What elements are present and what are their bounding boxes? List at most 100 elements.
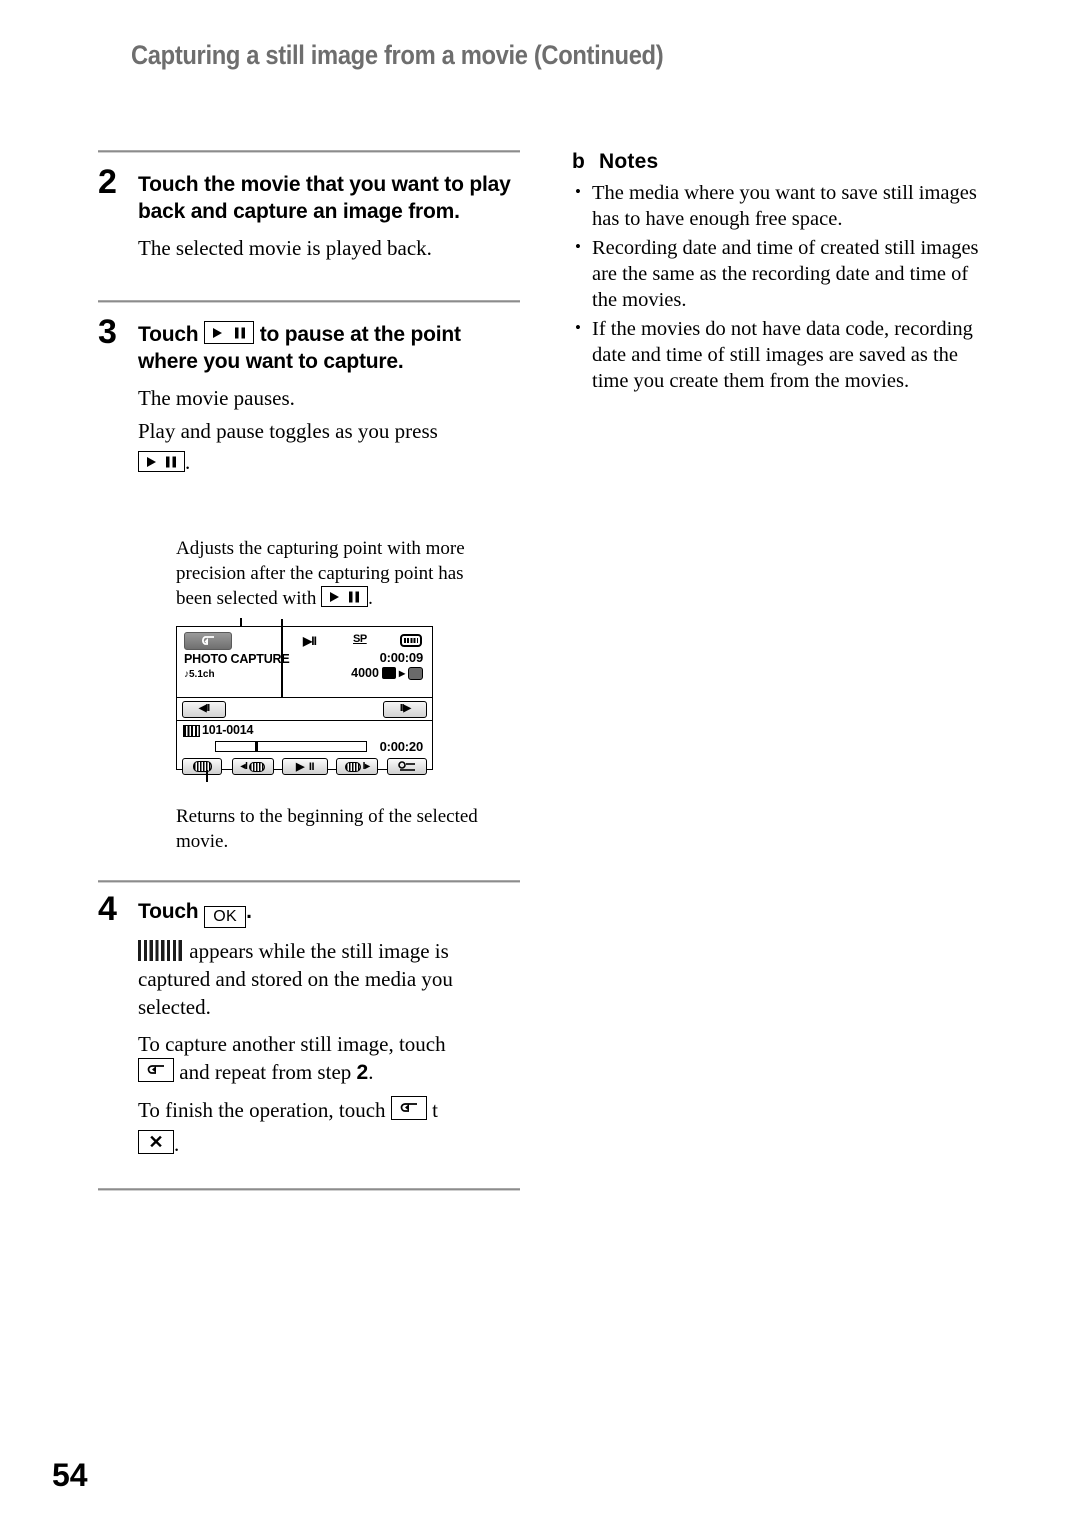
figure-caption: Returns to the beginning of the selected… [176,806,478,852]
camera-icon [381,667,396,679]
lcd-file-row: 101-0014 [177,721,432,739]
step-4-body-1: appears while the still image is capture… [138,937,520,1021]
frame-rev-arrow-icon: ◂I [240,761,248,772]
close-button-icon[interactable]: ✕ [138,1130,174,1154]
lcd-play-pause-button[interactable]: ▶ II [282,758,328,775]
step-4-body-3-end: . [174,1132,180,1156]
play-triangle-icon [330,591,340,602]
step-4-body-2-before: To capture another still image, touch [138,1032,446,1056]
lcd-file-number: 101-0014 [202,723,254,737]
step-4-body-2-end: . [368,1060,374,1084]
step-4-body-2-step: 2 [356,1061,369,1084]
step-4: 4 Touch OK. appears while the still imag… [98,892,520,1158]
step-3-number: 3 [98,313,117,351]
page-title: Capturing a still image from a movie (Co… [131,40,664,70]
step-4-body-1-text: appears while the still image is capture… [138,939,453,1019]
divider-below-step-4 [98,1188,520,1191]
figure-annotation: Adjusts the capturing point with more pr… [176,536,501,611]
return-arrow-icon [202,636,214,645]
list-item: The media where you want to save still i… [572,179,997,232]
play-pause-icon[interactable] [204,321,255,344]
divider-above-step-3 [98,300,520,303]
step-3-heading-before: Touch [138,323,199,346]
frame-rev-oval-icon [249,761,266,772]
capture-oval-icon [192,761,212,772]
lcd-top-area: PHOTO CAPTURE ♪5.1ch ▶II SP 0:00:09 4000… [177,619,432,721]
lcd-return-button[interactable] [184,632,232,650]
leader-line-bottom-stub [206,770,208,782]
step-3-body-2-tail: . [185,450,191,474]
step-4-heading-before: Touch [138,900,199,923]
film-strip-icon [183,725,200,737]
page-number: 54 [52,1457,88,1493]
lcd-frame-step-bar: ◀II II▶ [177,698,432,721]
step-4-number: 4 [98,890,117,928]
lcd-photo-capture-label: PHOTO CAPTURE [184,652,290,666]
notes-block: b Notes The media where you want to save … [572,150,997,397]
figure-block: Adjusts the capturing point with more pr… [176,536,516,852]
step-4-body-3-mid: t [432,1098,438,1122]
return-button-icon[interactable] [138,1058,174,1082]
lcd-audio-label: ♪5.1ch [184,669,215,680]
lcd-capture-button[interactable] [182,758,222,775]
play-triangle-icon [147,456,156,467]
lcd-progress-row: 0:00:20 [177,739,432,755]
notes-header: b Notes [572,150,997,174]
figure-annotation-tail: . [368,588,373,609]
step-4-body-2: To capture another still image, touch an… [138,1030,520,1087]
step-2-heading: Touch the movie that you want to play ba… [138,173,511,223]
step-4-body-3-before: To finish the operation, touch [138,1098,386,1122]
pause-bars-icon [166,456,176,467]
lcd-frame-reverse-button[interactable]: ◂I [232,758,274,775]
play-icon: ▶ [295,761,304,773]
return-arrow-icon [147,1065,164,1074]
step-4-body-3: To finish the operation, touch t ✕ . [138,1096,520,1158]
lcd-control-button-row: ◂I ▶ II I▸ [177,755,432,781]
notes-list: The media where you want to save still i… [572,179,997,394]
lcd-frame-step-back-button[interactable]: ◀II [182,701,226,718]
step-3: 3 Touch to pause at the point where you … [98,315,520,476]
play-triangle-icon [213,327,223,338]
frame-fwd-arrow-icon: I▸ [362,761,370,772]
lcd-progress-bar[interactable] [215,741,367,752]
return-button-icon-2[interactable] [390,1096,427,1120]
notes-b-icon: b [572,150,586,173]
step-3-heading: Touch to pause at the point where you wa… [138,321,520,375]
lcd-total-time: 0:00:20 [379,739,424,754]
lcd-rec-mode-label: SP [353,633,367,645]
divider-above-step-2 [98,150,520,153]
play-pause-icon-inline[interactable] [138,451,185,472]
pause-bars-icon [235,327,246,338]
arrow-right-icon: ▸ [398,666,405,680]
lcd-frame-forward-button[interactable]: I▸ [336,758,378,775]
lcd-play-pause-indicator: ▶II [303,634,317,648]
media-icon [408,666,423,680]
lcd-screen-mock: PHOTO CAPTURE ♪5.1ch ▶II SP 0:00:09 4000… [176,619,433,775]
ok-button-icon[interactable]: OK [204,906,247,928]
list-item: Recording date and time of created still… [572,234,997,313]
step-3-body-2: Play and pause toggles as you press . [138,417,520,476]
step-4-heading: Touch OK. [138,898,520,928]
lcd-options-button[interactable] [387,758,427,775]
step-4-body-2-mid: and repeat from step [179,1060,352,1084]
lcd-progress-marker[interactable] [255,742,258,751]
step-3-body-1: The movie pauses. [138,386,295,410]
lcd-frame-step-forward-button[interactable]: II▶ [383,701,427,718]
close-x-icon: ✕ [148,1132,164,1152]
options-menu-icon [398,760,415,771]
step-3-body-2-text: Play and pause toggles as you press [138,419,438,443]
lcd-remaining-count-row: 4000 ▸ [351,666,423,680]
step-2-body: The selected movie is played back. [138,236,432,260]
pause-icon: II [308,760,315,773]
battery-icon [400,634,422,647]
left-column: 2 Touch the movie that you want to play … [98,150,520,476]
return-arrow-icon [400,1103,417,1112]
frame-fwd-oval-icon [344,761,361,772]
list-item: If the movies do not have data code, rec… [572,315,997,394]
pause-bars-icon [349,591,360,602]
divider-above-step-4 [98,880,520,883]
play-pause-icon-annotation[interactable] [321,586,369,607]
capture-progress-stripes-icon [138,940,184,961]
step-2-number: 2 [98,163,117,201]
lcd-remaining-count: 4000 [351,666,379,680]
